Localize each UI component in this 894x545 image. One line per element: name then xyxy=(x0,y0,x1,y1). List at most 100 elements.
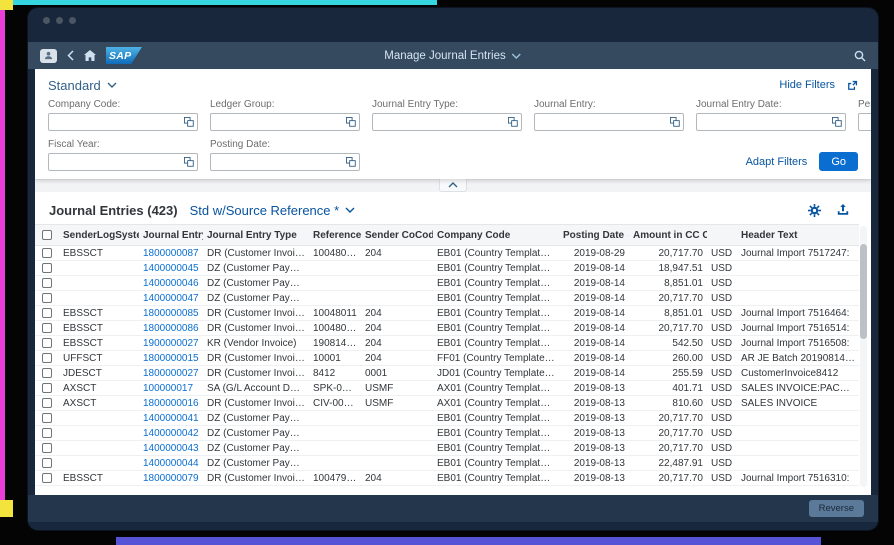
row-checkbox[interactable] xyxy=(42,278,52,288)
window-control-dot[interactable] xyxy=(43,17,50,24)
column-header-sender-log-system[interactable]: SenderLogSystem xyxy=(59,225,139,246)
value-help-icon[interactable] xyxy=(184,157,194,167)
journal-entry-link[interactable]: 1800000087 xyxy=(143,248,199,259)
journal-entry-date-input[interactable] xyxy=(700,117,832,128)
table-variant-selector[interactable]: Std w/Source Reference * xyxy=(190,203,356,218)
period-input[interactable] xyxy=(862,117,871,128)
table-row[interactable]: AXSCT100000017SA (G/L Account Docu...SPK… xyxy=(35,381,859,396)
row-checkbox[interactable] xyxy=(42,308,52,318)
table-row[interactable]: EBSSCT1800000087DR (Customer Invoice)100… xyxy=(35,246,859,261)
table-row[interactable]: AXSCT1800000016DR (Customer Invoice)CIV-… xyxy=(35,396,859,411)
row-checkbox[interactable] xyxy=(42,428,52,438)
journal-entry-link[interactable]: 1400000043 xyxy=(143,443,199,454)
column-header-amount-in-cc-crcy[interactable]: Amount in CC Crcy xyxy=(629,225,707,246)
column-header-select-all xyxy=(35,225,59,246)
table-row[interactable]: EBSSCT1800000079DR (Customer Invoice)100… xyxy=(35,471,859,486)
window-control-dot[interactable] xyxy=(69,17,76,24)
value-help-icon[interactable] xyxy=(670,117,680,127)
settings-icon[interactable] xyxy=(808,204,821,217)
cell-currency: USD xyxy=(707,351,737,366)
value-help-icon[interactable] xyxy=(832,117,842,127)
cell-journal-entry: 1400000045 xyxy=(139,261,203,276)
journal-entry-link[interactable]: 100000017 xyxy=(143,383,193,394)
value-help-icon[interactable] xyxy=(508,117,518,127)
table-row[interactable]: 1400000044DZ (Customer Payment)EB01 (Cou… xyxy=(35,456,859,471)
back-button[interactable] xyxy=(67,50,74,61)
journal-entry-link[interactable]: 1800000079 xyxy=(143,473,199,484)
fiscal-year-input[interactable] xyxy=(52,157,184,168)
posting-date-input[interactable] xyxy=(214,157,346,168)
row-checkbox[interactable] xyxy=(42,338,52,348)
value-help-icon[interactable] xyxy=(346,117,356,127)
user-avatar-button[interactable] xyxy=(40,49,57,63)
journal-entry-link[interactable]: 1800000016 xyxy=(143,398,199,409)
column-header-header-text[interactable]: Header Text xyxy=(737,225,859,246)
expand-icon[interactable] xyxy=(847,80,858,91)
journal-entry-link[interactable]: 1400000045 xyxy=(143,263,199,274)
table-row[interactable]: 1400000046DZ (Customer Payment)EB01 (Cou… xyxy=(35,276,859,291)
row-checkbox[interactable] xyxy=(42,398,52,408)
row-checkbox[interactable] xyxy=(42,383,52,393)
journal-entry-link[interactable]: 1900000027 xyxy=(143,338,199,349)
column-header-journal-entry[interactable]: Journal Entry xyxy=(139,225,203,246)
column-header-journal-entry-type[interactable]: Journal Entry Type xyxy=(203,225,309,246)
table-scrollbar[interactable] xyxy=(860,226,867,487)
reverse-button[interactable]: Reverse xyxy=(809,500,864,517)
row-checkbox[interactable] xyxy=(42,473,52,483)
go-button[interactable]: Go xyxy=(819,152,858,171)
search-icon[interactable] xyxy=(854,50,866,62)
journal-entry-link[interactable]: 1400000044 xyxy=(143,458,199,469)
table-row[interactable]: 1400000047DZ (Customer Payment)EB01 (Cou… xyxy=(35,291,859,306)
journal-entry-link[interactable]: 1800000086 xyxy=(143,323,199,334)
table-row[interactable]: EBSSCT1800000085DR (Customer Invoice)100… xyxy=(35,306,859,321)
table-row[interactable]: EBSSCT1800000086DR (Customer Invoice)100… xyxy=(35,321,859,336)
filter-input-wrap xyxy=(48,113,198,131)
row-checkbox[interactable] xyxy=(42,248,52,258)
journal-entry-link[interactable]: 1800000015 xyxy=(143,353,199,364)
column-header-reference[interactable]: Reference xyxy=(309,225,361,246)
home-button[interactable] xyxy=(84,50,96,61)
journal-entry-link[interactable]: 1400000047 xyxy=(143,293,199,304)
company-code-input[interactable] xyxy=(52,117,184,128)
column-header-sender-cocode[interactable]: Sender CoCode xyxy=(361,225,433,246)
table-row[interactable]: 1400000043DZ (Customer Payment)EB01 (Cou… xyxy=(35,441,859,456)
adapt-filters-link[interactable]: Adapt Filters xyxy=(746,156,808,168)
collapse-header-button[interactable] xyxy=(439,179,467,192)
journal-entry-link[interactable]: 1400000042 xyxy=(143,428,199,439)
value-help-icon[interactable] xyxy=(346,157,356,167)
variant-selector[interactable]: Standard xyxy=(48,78,117,93)
table-row[interactable]: UFFSCT1800000015DR (Customer Invoice)100… xyxy=(35,351,859,366)
table-row[interactable]: JDESCT1800000027DR (Customer Invoice)841… xyxy=(35,366,859,381)
scrollbar-thumb[interactable] xyxy=(860,244,867,339)
window-control-dot[interactable] xyxy=(56,17,63,24)
journal-entry-link[interactable]: 1800000027 xyxy=(143,368,199,379)
journal-entry-link[interactable]: 1800000085 xyxy=(143,308,199,319)
table-row[interactable]: 1400000045DZ (Customer Payment)EB01 (Cou… xyxy=(35,261,859,276)
table-row[interactable]: 1400000041DZ (Customer Payment)EB01 (Cou… xyxy=(35,411,859,426)
app-title[interactable]: Manage Journal Entries xyxy=(384,50,521,62)
export-icon[interactable] xyxy=(837,204,849,216)
hide-filters-link[interactable]: Hide Filters xyxy=(779,79,835,91)
cell-posting-date: 2019-08-14 xyxy=(559,261,629,276)
column-header-company-code[interactable]: Company Code xyxy=(433,225,559,246)
row-checkbox[interactable] xyxy=(42,458,52,468)
ledger-group-input[interactable] xyxy=(214,117,346,128)
row-checkbox[interactable] xyxy=(42,293,52,303)
value-help-icon[interactable] xyxy=(184,117,194,127)
journal-entry-input[interactable] xyxy=(538,117,670,128)
journal-entry-link[interactable]: 1400000041 xyxy=(143,413,199,424)
row-checkbox[interactable] xyxy=(42,368,52,378)
journal-entry-link[interactable]: 1400000046 xyxy=(143,278,199,289)
row-checkbox[interactable] xyxy=(42,413,52,423)
table-row[interactable]: 1400000042DZ (Customer Payment)EB01 (Cou… xyxy=(35,426,859,441)
column-header-currency[interactable] xyxy=(707,225,737,246)
row-checkbox[interactable] xyxy=(42,263,52,273)
sap-logo[interactable]: SAP xyxy=(106,47,142,64)
select-all-checkbox[interactable] xyxy=(42,230,52,240)
row-checkbox[interactable] xyxy=(42,323,52,333)
row-checkbox[interactable] xyxy=(42,353,52,363)
journal-entry-type-input[interactable] xyxy=(376,117,508,128)
table-row[interactable]: EBSSCT1900000027KR (Vendor Invoice)19081… xyxy=(35,336,859,351)
column-header-posting-date[interactable]: Posting Date xyxy=(559,225,629,246)
row-checkbox[interactable] xyxy=(42,443,52,453)
